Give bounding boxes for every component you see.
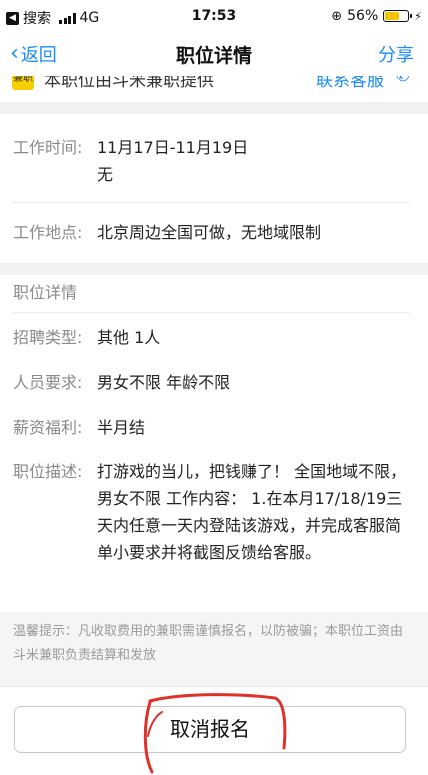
- work-time-range: 11月17日-11月19日: [97, 138, 249, 157]
- detail-label: 薪资福利:: [13, 418, 83, 437]
- detail-value: 半月结: [97, 418, 146, 437]
- job-description: 打游戏的当儿，把钱赚了！ 全国地域不限，男女不限 工作内容： 1.在本月17/1…: [97, 462, 407, 562]
- work-time-row: 工作时间: 11月17日-11月19日 无: [13, 134, 414, 190]
- work-place-value: 北京周边全国可做，无地域限制: [97, 223, 322, 242]
- section-gap: [0, 263, 428, 275]
- status-bar: ◀ 搜索 4G 17:53 ⊕ 56% ⚡: [0, 0, 428, 32]
- phone-icon[interactable]: ✆: [396, 76, 410, 86]
- battery-fill: [385, 12, 399, 20]
- app-screen: ◀ 搜索 4G 17:53 ⊕ 56% ⚡ ‹ 返回 职位详情 分享 兼职 本职…: [0, 0, 428, 775]
- nav-bar: ‹ 返回 职位详情 分享: [0, 32, 428, 76]
- bottom-bar: 取消报名: [0, 686, 428, 775]
- divider: [13, 202, 410, 203]
- details-section-title: 职位详情: [13, 283, 78, 302]
- work-place-label: 工作地点:: [13, 223, 83, 242]
- provider-row: 兼职 本职位由斗米兼职提供 联系客服 ✆: [0, 76, 428, 102]
- work-time-label: 工作时间:: [13, 138, 83, 157]
- share-button[interactable]: 分享: [378, 41, 414, 67]
- orientation-lock-icon: ⊕: [331, 8, 343, 24]
- provider-text: 本职位由斗米兼职提供: [44, 76, 214, 91]
- detail-value: 其他 1人: [97, 328, 161, 347]
- detail-label: 职位描述:: [13, 462, 83, 481]
- details-section-title-row: 职位详情: [13, 279, 414, 306]
- section-gap: [0, 102, 428, 114]
- detail-row: 薪资福利: 半月结: [13, 414, 414, 441]
- detail-row: 人员要求: 男女不限 年龄不限: [13, 369, 414, 396]
- detail-label: 人员要求:: [13, 373, 83, 392]
- battery-percent: 56%: [347, 8, 379, 24]
- charging-icon: ⚡: [414, 9, 422, 23]
- page-title: 职位详情: [175, 45, 252, 67]
- cancel-signup-button[interactable]: 取消报名: [14, 706, 406, 753]
- contact-service-link[interactable]: 联系客服: [316, 76, 384, 91]
- warm-tip: 温馨提示：凡收取费用的兼职需谨慎报名，以防被骗；本职位工资由斗米兼职负责结算和发…: [0, 612, 428, 686]
- work-place-row: 工作地点: 北京周边全国可做，无地域限制: [13, 219, 414, 246]
- provider-badge: 兼职: [12, 76, 34, 90]
- divider: [13, 312, 410, 313]
- detail-row: 职位描述: 打游戏的当儿，把钱赚了！ 全国地域不限，男女不限 工作内容： 1.在…: [13, 458, 414, 566]
- detail-label: 招聘类型:: [13, 328, 83, 347]
- detail-row: 招聘类型: 其他 1人: [13, 324, 414, 351]
- job-detail-scroll[interactable]: 兼职 本职位由斗米兼职提供 联系客服 ✆ 工作时间: 11月17日-11月19日…: [0, 76, 428, 696]
- work-time-detail: 无: [97, 165, 114, 184]
- detail-value: 男女不限 年龄不限: [97, 373, 231, 392]
- battery-icon: [383, 10, 413, 22]
- status-right: ⊕ 56% ⚡: [331, 8, 422, 24]
